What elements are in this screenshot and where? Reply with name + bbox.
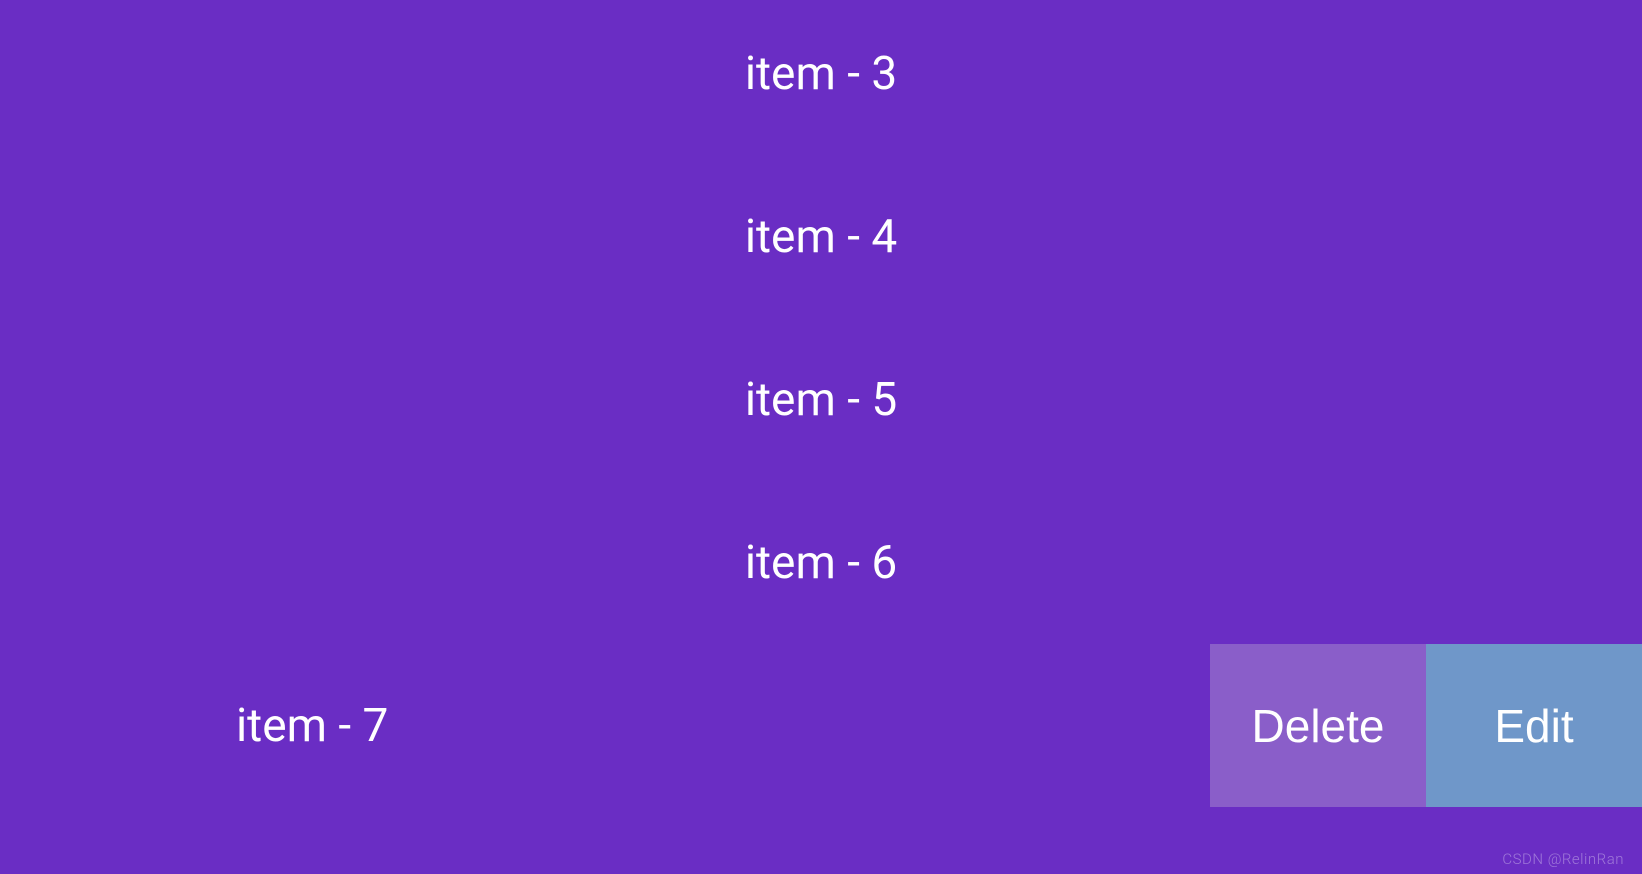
watermark: CSDN @RelinRan	[1502, 850, 1624, 868]
list-item-label: item - 7	[236, 699, 388, 753]
list-item[interactable]: item - 3	[0, 0, 1642, 155]
delete-button-label: Delete	[1252, 699, 1385, 753]
list-item-label: item - 5	[745, 373, 897, 427]
edit-button[interactable]: Edit	[1426, 644, 1642, 807]
delete-button[interactable]: Delete	[1210, 644, 1426, 807]
list-item-label: item - 6	[745, 536, 897, 590]
swipe-action-panel: Delete Edit	[1210, 644, 1642, 807]
list-item[interactable]: item - 5	[0, 318, 1642, 481]
list-item[interactable]: item - 4	[0, 155, 1642, 318]
list-item-label: item - 4	[745, 210, 897, 264]
list-item[interactable]: item - 6	[0, 481, 1642, 644]
swipe-list[interactable]: item - 3 item - 4 item - 5 item - 6 item…	[0, 0, 1642, 874]
list-item-label: item - 3	[745, 47, 897, 101]
edit-button-label: Edit	[1494, 699, 1573, 753]
